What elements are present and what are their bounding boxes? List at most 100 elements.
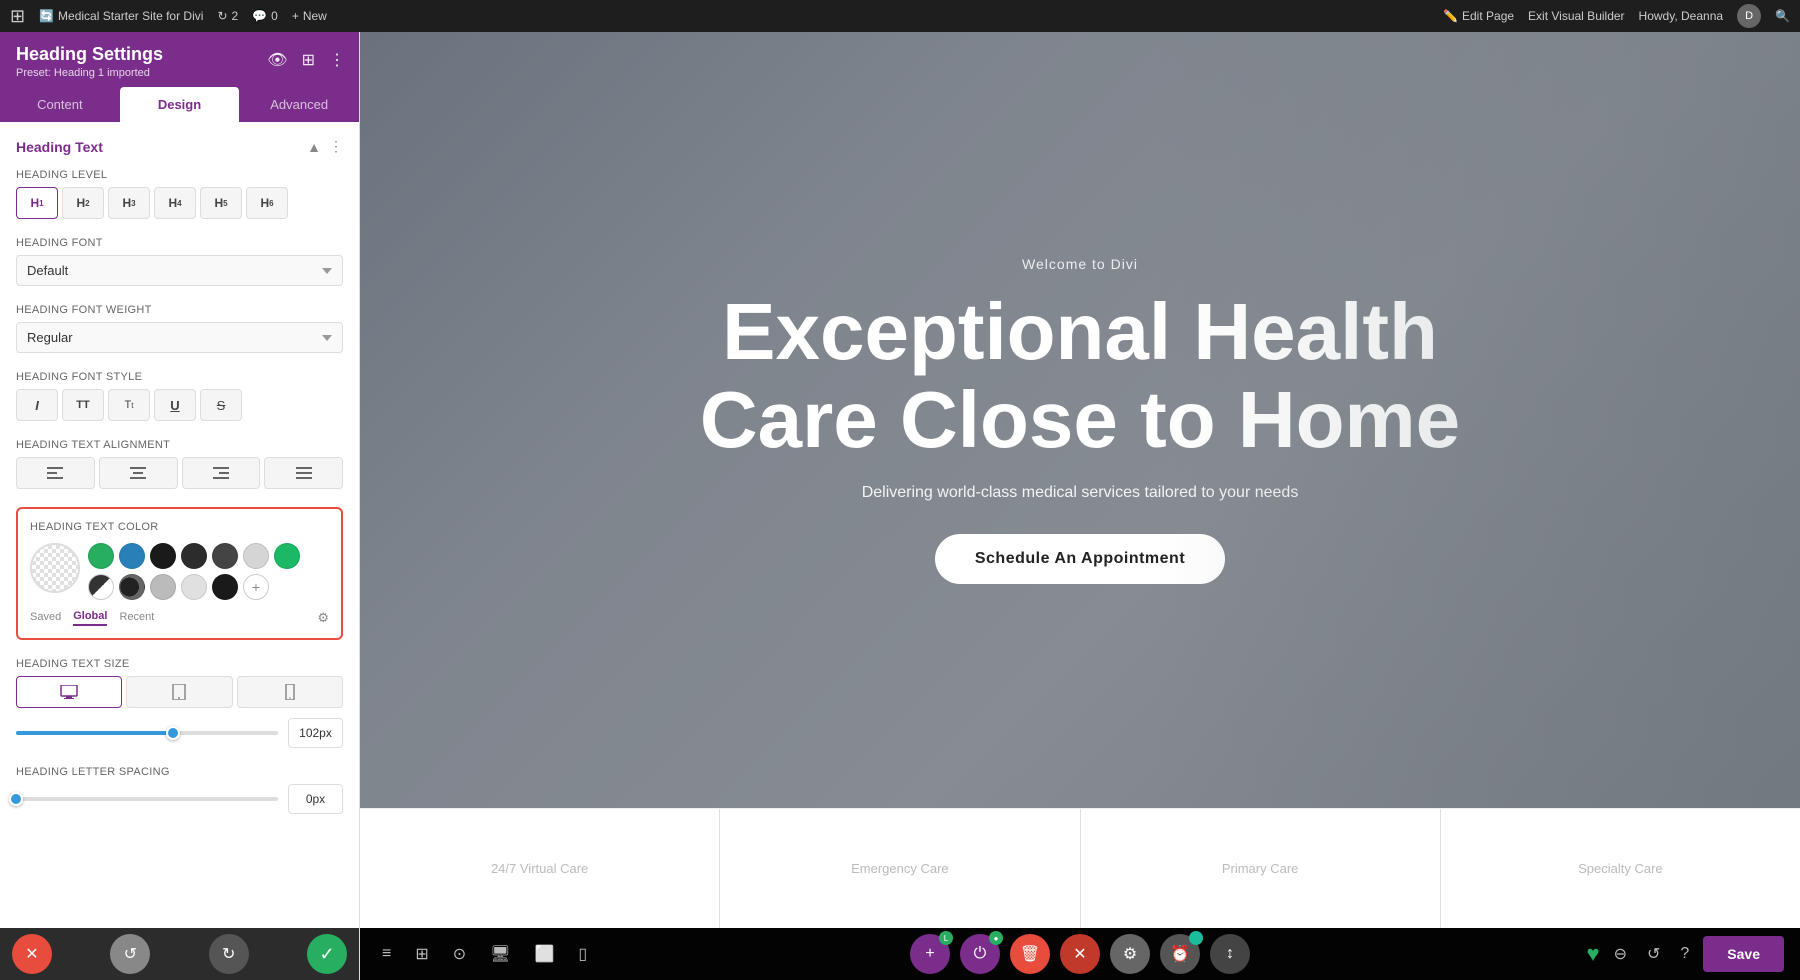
swatch-add[interactable]: + <box>243 574 269 600</box>
toolbar-history-icon[interactable]: ↺ <box>1641 938 1666 970</box>
sidebar-expand-btn[interactable]: ⊞ <box>300 48 317 72</box>
style-capitalize-btn[interactable]: Tt <box>108 389 150 421</box>
swatch-dark-circle[interactable] <box>212 574 238 600</box>
sidebar-visibility-btn[interactable]: 👁 <box>265 48 289 72</box>
letter-spacing-row <box>16 784 343 814</box>
section-icons: ▲ ⋮ <box>307 138 343 155</box>
toolbar-clock-btn[interactable]: ⏰ <box>1160 934 1200 974</box>
toolbar-clock-icon: ⏰ <box>1170 944 1190 964</box>
save-button[interactable]: Save <box>1703 936 1784 972</box>
size-value-input[interactable] <box>288 718 343 748</box>
toolbar-zoom-icon[interactable]: ⊖ <box>1608 938 1633 970</box>
toolbar-desktop-icon[interactable]: 🖥 <box>484 938 516 970</box>
heading-font-weight-field: Heading Font Weight Regular Bold Light T… <box>16 304 343 353</box>
heading-letter-spacing-label: Heading Letter Spacing <box>16 766 343 778</box>
undo-button[interactable]: ↺ <box>110 934 150 974</box>
discard-button[interactable]: ✕ <box>12 934 52 974</box>
toolbar-sort-btn[interactable]: ↕ <box>1210 934 1250 974</box>
toolbar-power-badge: ● <box>989 931 1003 945</box>
swatch-blue[interactable] <box>119 543 145 569</box>
heading-level-h1[interactable]: H1 <box>16 187 58 219</box>
heading-text-alignment-field: Heading Text Alignment <box>16 439 343 489</box>
heading-level-h5[interactable]: H5 <box>200 187 242 219</box>
device-desktop-btn[interactable] <box>16 676 122 708</box>
toolbar-add-btn[interactable]: + L <box>910 934 950 974</box>
toolbar-trash-btn[interactable]: 🗑 <box>1010 934 1050 974</box>
toolbar-add-icon: + <box>925 945 934 963</box>
tab-content[interactable]: Content <box>0 87 120 122</box>
toolbar-hamburger-icon[interactable]: ≡ <box>376 939 397 969</box>
toolbar-tablet-icon[interactable]: ⬜ <box>528 938 560 970</box>
color-tab-saved[interactable]: Saved <box>30 611 61 625</box>
toolbar-search-icon[interactable]: ⊙ <box>447 938 472 970</box>
device-tablet-btn[interactable] <box>126 676 232 708</box>
style-underline-btn[interactable]: U <box>154 389 196 421</box>
redo-button[interactable]: ↻ <box>209 934 249 974</box>
device-mobile-btn[interactable] <box>237 676 343 708</box>
heading-level-h2[interactable]: H2 <box>62 187 104 219</box>
swatch-light3[interactable] <box>181 574 207 600</box>
section-collapse-btn[interactable]: ▲ <box>307 139 321 155</box>
confirm-button[interactable]: ✓ <box>307 934 347 974</box>
toolbar-settings-icon: ⚙ <box>1123 944 1137 964</box>
wp-revisions-count: 2 <box>232 9 239 23</box>
wp-new-item[interactable]: + New <box>292 9 327 23</box>
heading-level-h3[interactable]: H3 <box>108 187 150 219</box>
swatch-half[interactable] <box>88 574 114 600</box>
color-tab-global[interactable]: Global <box>73 610 107 626</box>
heading-text-color-label: Heading Text Color <box>30 521 329 533</box>
wp-site-link[interactable]: 🔄 Medical Starter Site for Divi <box>39 9 203 23</box>
swatch-dark1[interactable] <box>150 543 176 569</box>
card-label-3: Primary Care <box>1222 861 1299 876</box>
heading-font-select[interactable]: Default Arial Georgia Times New Roman <box>16 255 343 286</box>
color-swatches-area: + <box>30 543 329 600</box>
swatch-dark3[interactable] <box>212 543 238 569</box>
heading-level-h6[interactable]: H6 <box>246 187 288 219</box>
heading-level-h4[interactable]: H4 <box>154 187 196 219</box>
toolbar-help-icon[interactable]: ? <box>1674 939 1695 969</box>
color-tab-recent[interactable]: Recent <box>119 611 154 625</box>
wp-search-icon[interactable]: 🔍 <box>1775 9 1790 23</box>
swatch-green[interactable] <box>88 543 114 569</box>
tab-design[interactable]: Design <box>120 87 240 122</box>
swatch-teal[interactable] <box>274 543 300 569</box>
toolbar-heart-icon[interactable]: ♥ <box>1587 941 1600 967</box>
align-left-btn[interactable] <box>16 457 95 489</box>
color-settings-icon[interactable]: ⚙ <box>317 610 329 626</box>
heading-text-color-section: Heading Text Color <box>16 507 343 640</box>
sidebar-more-btn[interactable]: ⋮ <box>327 48 347 72</box>
current-color-swatch[interactable] <box>30 543 80 593</box>
wp-comments[interactable]: 💬 0 <box>252 9 278 23</box>
swatch-dark2[interactable] <box>181 543 207 569</box>
size-slider-row <box>16 718 343 748</box>
toolbar-grid-icon[interactable]: ⊞ <box>409 938 434 970</box>
heading-font-weight-select[interactable]: Regular Bold Light Thin <box>16 322 343 353</box>
style-italic-btn[interactable]: I <box>16 389 58 421</box>
align-justify-btn[interactable] <box>264 457 343 489</box>
wp-revisions[interactable]: ↻ 2 <box>217 9 238 23</box>
toolbar-settings-btn[interactable]: ⚙ <box>1110 934 1150 974</box>
hero-section: Welcome to Divi Exceptional Health Care … <box>360 32 1800 808</box>
current-color-inner <box>32 545 78 591</box>
style-strikethrough-btn[interactable]: S <box>200 389 242 421</box>
style-uppercase-btn[interactable]: TT <box>62 389 104 421</box>
align-right-btn[interactable] <box>182 457 261 489</box>
swatch-light2[interactable] <box>150 574 176 600</box>
section-more-btn[interactable]: ⋮ <box>329 138 343 155</box>
tab-advanced[interactable]: Advanced <box>239 87 359 122</box>
heading-level-label: Heading Level <box>16 169 343 181</box>
wp-edit-label: Edit Page <box>1462 9 1514 23</box>
wp-exit-vb[interactable]: Exit Visual Builder <box>1528 9 1625 23</box>
toolbar-mobile-icon[interactable]: ▯ <box>572 938 593 970</box>
letter-spacing-value-input[interactable] <box>288 784 343 814</box>
heading-text-section-title: Heading Text <box>16 139 103 155</box>
wp-logo-icon[interactable]: ⊞ <box>10 6 25 27</box>
toolbar-close-btn[interactable]: ✕ <box>1060 934 1100 974</box>
card-label-2: Emergency Care <box>851 861 949 876</box>
heading-level-field: Heading Level H1 H2 H3 H4 H5 H6 <box>16 169 343 219</box>
align-center-btn[interactable] <box>99 457 178 489</box>
toolbar-power-btn[interactable]: ⏻ ● <box>960 934 1000 974</box>
swatch-light1[interactable] <box>243 543 269 569</box>
wp-edit-page[interactable]: ✏️ Edit Page <box>1443 9 1514 23</box>
swatch-black-half[interactable] <box>119 574 145 600</box>
